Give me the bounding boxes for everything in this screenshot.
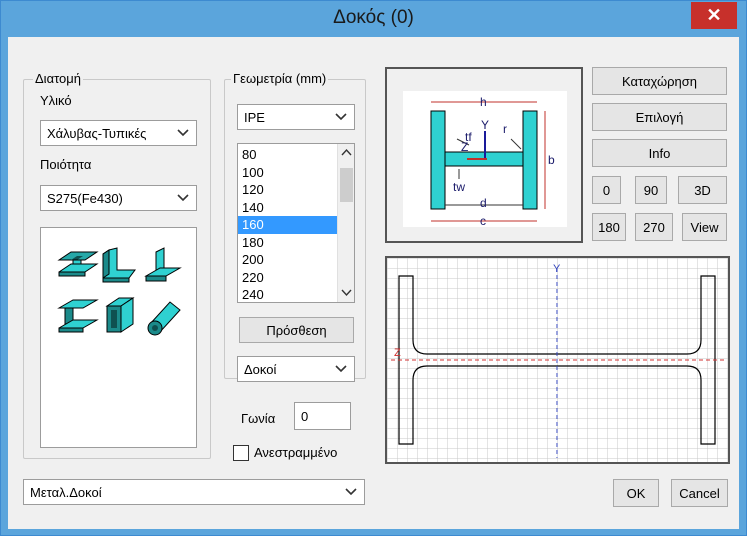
size-list[interactable]: 80 100 120 140 160 180 200 220 240	[237, 143, 355, 303]
quality-select[interactable]: S275(Fe430)	[40, 185, 197, 211]
category-value: Δοκοί	[244, 361, 277, 377]
chevron-down-icon	[177, 129, 189, 137]
add-button[interactable]: Πρόσθεση	[239, 317, 354, 343]
z-axis-label: Z	[394, 347, 401, 359]
list-scrollbar[interactable]	[337, 144, 354, 302]
scrollbar-thumb[interactable]	[340, 168, 353, 202]
rotate-90-button[interactable]: 90	[635, 176, 667, 204]
section-legend: Διατομή	[33, 71, 83, 86]
dialog-window: Δοκός (0) ✕ Διατομή Υλικό Χάλυβας-Τυπικέ…	[0, 0, 747, 536]
quality-value: S275(Fe430)	[47, 190, 123, 206]
angle-label: Γωνία	[241, 411, 276, 426]
material-label: Υλικό	[40, 93, 72, 108]
profile-type-value: IPE	[244, 109, 265, 125]
info-button[interactable]: Info	[592, 139, 727, 167]
cancel-button[interactable]: Cancel	[671, 479, 728, 507]
channel-icon[interactable]	[57, 299, 99, 333]
geometry-legend: Γεωμετρία (mm)	[231, 71, 329, 86]
rotate-180-button[interactable]: 180	[592, 213, 626, 241]
tee-icon[interactable]	[144, 247, 182, 282]
dim-label-tw: tw	[453, 180, 465, 194]
section-shape-panel	[40, 227, 197, 448]
section-preview: Y Z	[385, 256, 730, 464]
rotate-0-button[interactable]: 0	[592, 176, 621, 204]
dim-label-z: Z	[461, 140, 468, 154]
inverted-checkbox[interactable]	[233, 445, 249, 461]
view-button[interactable]: View	[682, 213, 727, 241]
chevron-down-icon	[177, 194, 189, 202]
chevron-down-icon	[335, 113, 347, 121]
library-value: Μεταλ.Δοκοί	[30, 484, 102, 500]
angle-icon[interactable]	[102, 247, 136, 283]
view-3d-button[interactable]: 3D	[678, 176, 727, 204]
chevron-down-icon[interactable]	[341, 288, 352, 297]
y-axis-label: Y	[553, 263, 561, 275]
pipe-icon[interactable]	[147, 301, 181, 336]
register-button[interactable]: Καταχώρηση	[592, 67, 727, 95]
title-bar[interactable]: Δοκός (0) ✕	[1, 1, 746, 37]
select-button[interactable]: Επιλογή	[592, 103, 727, 131]
dim-label-h: h	[480, 95, 487, 109]
rotate-270-button[interactable]: 270	[635, 213, 673, 241]
dim-label-c: c	[480, 214, 486, 228]
box-section-icon[interactable]	[105, 297, 135, 333]
dim-label-d: d	[480, 196, 487, 210]
ok-button[interactable]: OK	[613, 479, 659, 507]
dialog-body: Διατομή Υλικό Χάλυβας-Τυπικές Ποιότητα S…	[8, 37, 739, 529]
chevron-down-icon	[335, 365, 347, 373]
dim-label-r: r	[503, 122, 507, 136]
angle-input[interactable]: 0	[294, 402, 351, 430]
chevron-up-icon[interactable]	[341, 148, 352, 157]
library-select[interactable]: Μεταλ.Δοκοί	[23, 479, 365, 505]
quality-label: Ποιότητα	[40, 157, 92, 172]
close-icon: ✕	[706, 5, 722, 25]
category-select[interactable]: Δοκοί	[237, 356, 355, 382]
inverted-label: Ανεστραμμένο	[254, 445, 338, 460]
window-title: Δοκός (0)	[333, 7, 414, 28]
dimension-diagram: h b c d tf tw Y Z r	[385, 67, 583, 243]
i-beam-icon[interactable]	[57, 251, 99, 277]
close-button[interactable]: ✕	[691, 2, 737, 29]
profile-type-select[interactable]: IPE	[237, 104, 355, 130]
chevron-down-icon	[345, 488, 357, 496]
material-select[interactable]: Χάλυβας-Τυπικές	[40, 120, 197, 146]
dim-label-b: b	[548, 153, 555, 167]
material-value: Χάλυβας-Τυπικές	[47, 125, 147, 141]
dim-label-y: Y	[481, 118, 489, 132]
